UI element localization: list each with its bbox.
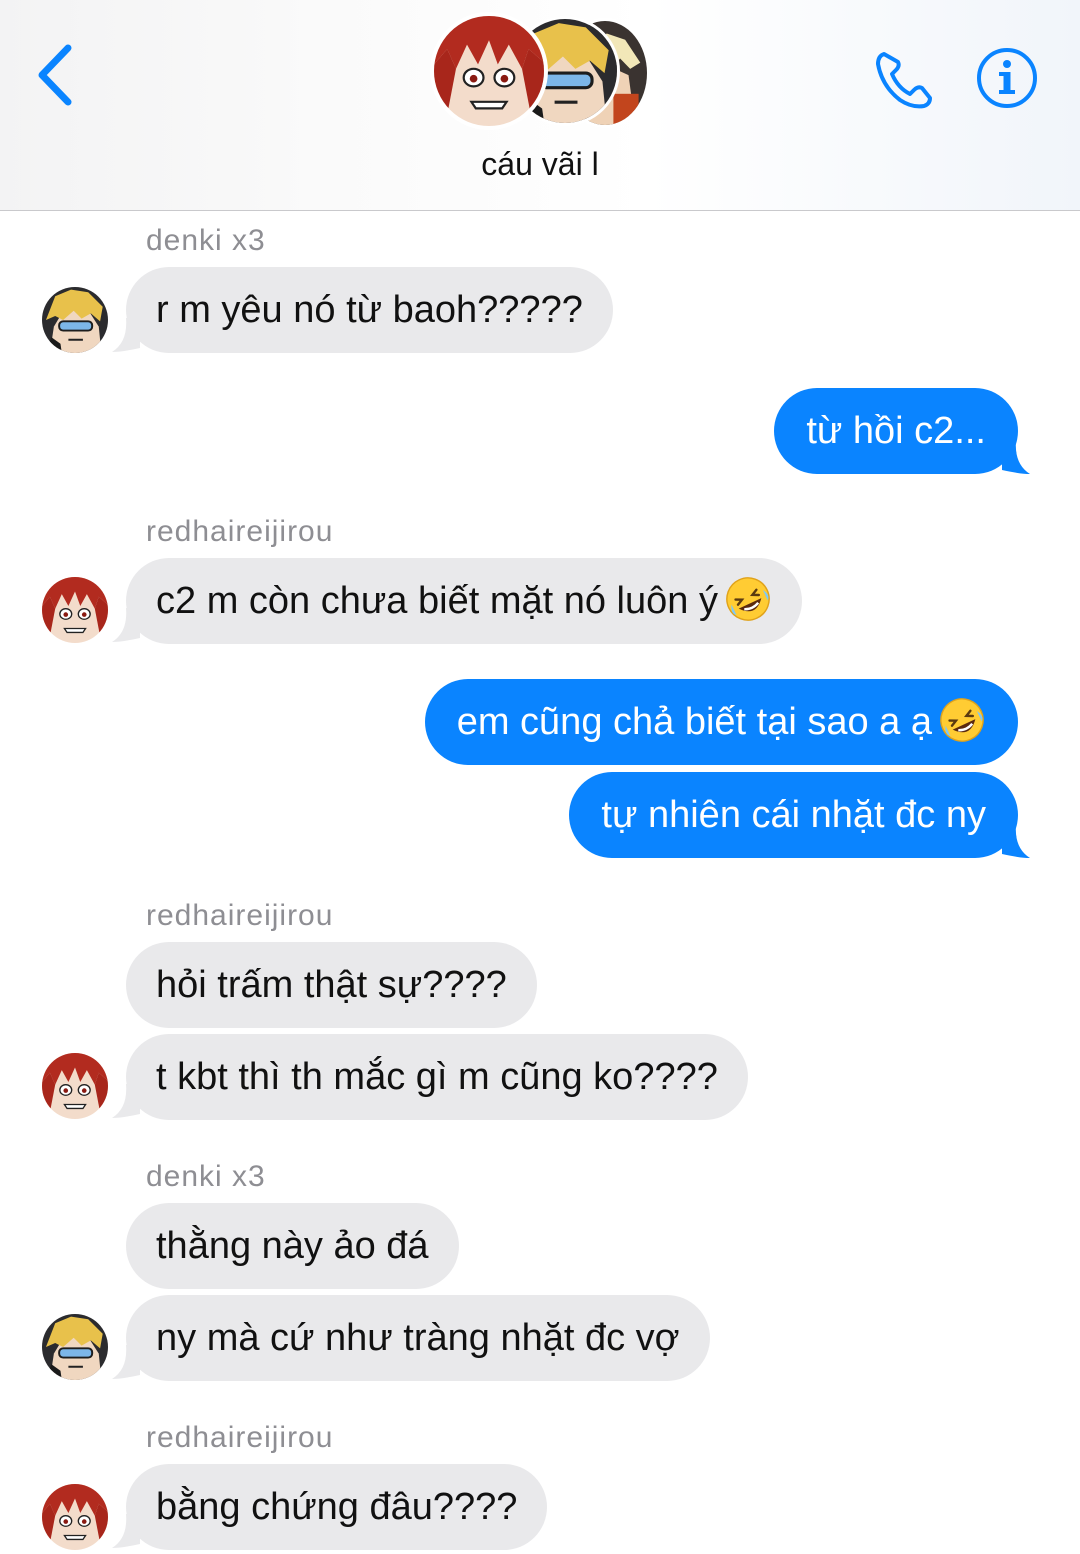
avatar-denki[interactable] — [42, 287, 108, 353]
avatar-kirishima[interactable] — [42, 577, 108, 643]
sender-name: denki x3 — [146, 224, 266, 257]
rolling-laughing-emoji-icon — [938, 696, 986, 744]
message-text: c2 m còn chưa biết mặt nó luôn ý — [156, 580, 718, 622]
message-bubble-incoming[interactable]: bằng chứng đâu???? — [126, 1464, 548, 1550]
message-bubble-incoming[interactable]: thằng này ảo đá — [126, 1203, 459, 1289]
conversation-title[interactable]: cáu vãi l — [0, 146, 1080, 183]
avatar-kirishima[interactable] — [42, 1053, 108, 1119]
avatar-denki[interactable] — [42, 1314, 108, 1380]
sender-name: denki x3 — [146, 1160, 266, 1193]
message-text: em cũng chả biết tại sao a ạ — [456, 701, 932, 743]
message-bubble-outgoing[interactable]: tự nhiên cái nhặt đc ny — [569, 772, 1018, 858]
sender-name: redhaireijirou — [146, 515, 334, 548]
conversation-header: cáu vãi l — [0, 0, 1080, 211]
group-avatar[interactable] — [430, 12, 660, 132]
message-bubble-outgoing[interactable]: từ hồi c2... — [774, 388, 1018, 474]
info-button[interactable] — [974, 45, 1040, 111]
message-bubble-incoming[interactable]: t kbt thì th mắc gì m cũng ko???? — [126, 1034, 748, 1120]
message-bubble-incoming[interactable]: ny mà cứ như tràng nhặt đc vợ — [126, 1295, 710, 1381]
message-bubble-outgoing[interactable]: em cũng chả biết tại sao a ạ — [424, 679, 1018, 765]
call-button[interactable] — [872, 46, 938, 112]
phone-icon — [876, 52, 932, 109]
message-bubble-incoming[interactable]: hỏi trấm thật sự???? — [126, 942, 537, 1028]
sender-name: redhaireijirou — [146, 899, 334, 932]
info-icon — [977, 48, 1037, 108]
sender-name: redhaireijirou — [146, 1421, 334, 1454]
message-bubble-incoming[interactable]: r m yêu nó từ baoh????? — [126, 267, 613, 353]
message-bubble-incoming[interactable]: c2 m còn chưa biết mặt nó luôn ý — [126, 558, 802, 644]
avatar-kirishima[interactable] — [42, 1484, 108, 1550]
chevron-left-icon — [38, 44, 72, 106]
member-avatar-kirishima — [430, 12, 548, 130]
back-button[interactable] — [32, 40, 82, 110]
rolling-laughing-emoji-icon — [724, 575, 772, 623]
